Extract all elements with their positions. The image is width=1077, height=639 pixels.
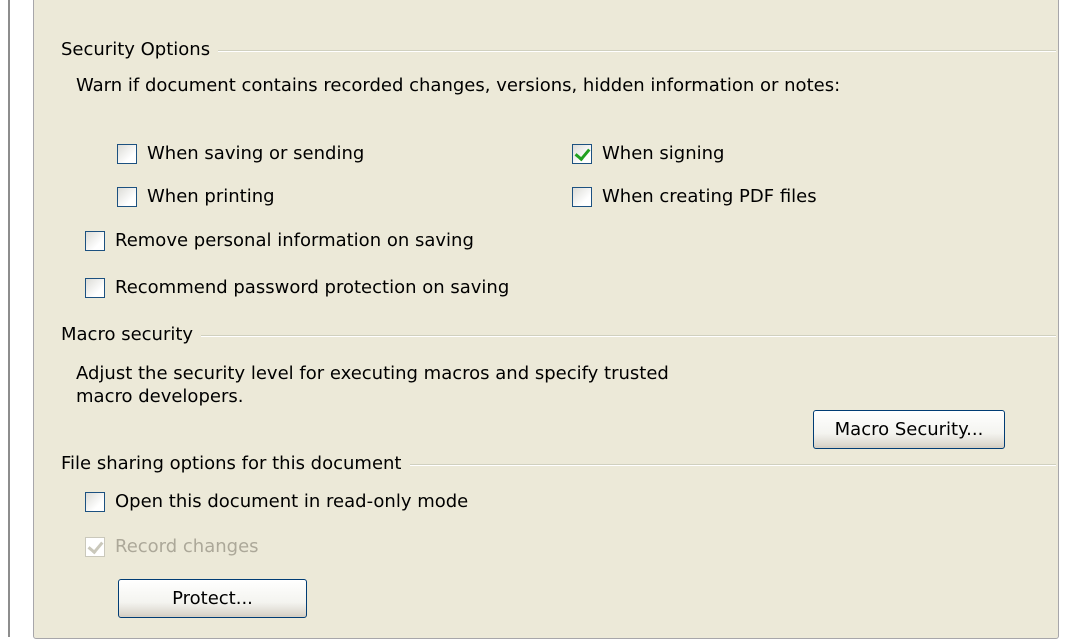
macro-security-header: Macro security bbox=[61, 324, 1056, 345]
record-changes-checkbox: Record changes bbox=[85, 536, 259, 557]
when-saving-label: When saving or sending bbox=[147, 143, 365, 164]
macro-description-line-1: Adjust the security level for executing … bbox=[76, 363, 669, 384]
checkbox-box[interactable] bbox=[117, 143, 137, 164]
read-only-label: Open this document in read-only mode bbox=[115, 491, 469, 512]
checkbox-box[interactable] bbox=[85, 230, 105, 251]
when-printing-label: When printing bbox=[147, 186, 275, 207]
when-saving-checkbox[interactable]: When saving or sending bbox=[117, 143, 364, 164]
checkbox-box[interactable] bbox=[85, 491, 105, 512]
record-changes-label: Record changes bbox=[115, 536, 259, 557]
when-signing-label: When signing bbox=[602, 143, 725, 164]
window-left-edge bbox=[8, 0, 10, 637]
section-divider bbox=[409, 463, 1056, 466]
checkbox-box[interactable] bbox=[572, 186, 592, 207]
remove-personal-info-label: Remove personal information on saving bbox=[115, 230, 474, 251]
checkbox-box bbox=[85, 536, 105, 557]
security-options-header: Security Options bbox=[61, 39, 1056, 60]
macro-security-button-label: Macro Security... bbox=[834, 419, 984, 440]
recommend-password-label: Recommend password protection on saving bbox=[115, 277, 510, 298]
macro-security-title: Macro security bbox=[61, 324, 194, 345]
protect-button[interactable]: Protect... bbox=[118, 579, 307, 618]
read-only-checkbox[interactable]: Open this document in read-only mode bbox=[85, 491, 468, 512]
security-options-title: Security Options bbox=[61, 39, 211, 60]
macro-security-button[interactable]: Macro Security... bbox=[813, 410, 1005, 449]
file-sharing-header: File sharing options for this document bbox=[61, 453, 1056, 474]
warn-description: Warn if document contains recorded chang… bbox=[76, 75, 841, 96]
when-creating-pdf-checkbox[interactable]: When creating PDF files bbox=[572, 186, 817, 207]
protect-button-label: Protect... bbox=[172, 588, 253, 609]
checkbox-box[interactable] bbox=[117, 186, 137, 207]
macro-description-line-2: macro developers. bbox=[76, 386, 244, 407]
section-divider bbox=[218, 49, 1056, 52]
when-signing-checkbox[interactable]: When signing bbox=[572, 143, 724, 164]
remove-personal-info-checkbox[interactable]: Remove personal information on saving bbox=[85, 230, 474, 251]
checkbox-box[interactable] bbox=[572, 143, 592, 164]
file-sharing-title: File sharing options for this document bbox=[61, 453, 402, 474]
options-panel: Security Options Warn if document contai… bbox=[33, 0, 1059, 639]
recommend-password-checkbox[interactable]: Recommend password protection on saving bbox=[85, 277, 509, 298]
section-divider bbox=[201, 334, 1056, 337]
checkbox-box[interactable] bbox=[85, 277, 105, 298]
when-creating-pdf-label: When creating PDF files bbox=[602, 186, 817, 207]
when-printing-checkbox[interactable]: When printing bbox=[117, 186, 275, 207]
